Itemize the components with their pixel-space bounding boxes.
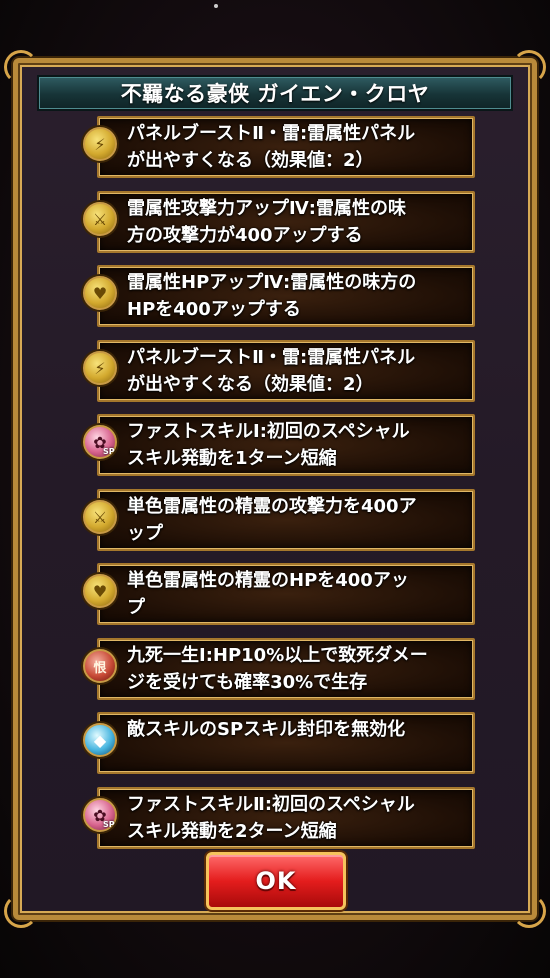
sword-attack-up-icon: ⚔ <box>83 202 117 236</box>
skill-panel: パネルブーストⅡ・雷:雷属性パネル が出やすくなる（効果値：2） <box>97 116 475 178</box>
frame-ornament-bottom-left <box>4 894 38 928</box>
skill-description: 九死一生Ⅰ:HP10%以上で致死ダメー ジを受けても確率30%で生存 <box>127 645 428 693</box>
skill-panel: ファストスキルⅡ:初回のスペシャル スキル発動を2ターン短縮 <box>97 787 475 849</box>
skill-description: ファストスキルⅠ:初回のスペシャル スキル発動を1ターン短縮 <box>127 421 410 469</box>
skill-panel: 敵スキルのSPスキル封印を無効化 <box>97 712 475 774</box>
skill-row: 雷属性HPアップⅣ:雷属性の味方の HPを400アップする ♥ <box>83 265 475 327</box>
dialog-title-bar: 不羈なる豪侠 ガイエン・クロヤ <box>37 75 513 111</box>
skill-description: パネルブーストⅡ・雷:雷属性パネル が出やすくなる（効果値：2） <box>127 123 416 171</box>
skill-panel: 雷属性攻撃力アップⅣ:雷属性の味 方の攻撃力が400アップする <box>97 191 475 253</box>
survival-icon: 恨 <box>83 649 117 683</box>
thunder-orb-icon: ⚡ <box>83 351 117 385</box>
ok-button-label: OK <box>255 867 297 895</box>
skill-row: 単色雷属性の精霊の攻撃力を400ア ップ ⚔ <box>83 489 475 551</box>
frame-ornament-top-right <box>512 50 546 84</box>
skill-row: パネルブーストⅡ・雷:雷属性パネル が出やすくなる（効果値：2） ⚡ <box>83 340 475 402</box>
skill-panel: 単色雷属性の精霊の攻撃力を400ア ップ <box>97 489 475 551</box>
skill-description: パネルブーストⅡ・雷:雷属性パネル が出やすくなる（効果値：2） <box>127 347 416 395</box>
skill-row: 敵スキルのSPスキル封印を無効化 ◆ <box>83 712 475 774</box>
skill-description: 単色雷属性の精霊のHPを400アッ プ <box>127 570 409 618</box>
dialog-title: 不羈なる豪侠 ガイエン・クロヤ <box>120 82 430 106</box>
ok-button[interactable]: OK <box>206 852 346 910</box>
frame-ornament-top-left <box>4 50 38 84</box>
skill-description: 雷属性HPアップⅣ:雷属性の味方の HPを400アップする <box>127 272 417 320</box>
skill-description: ファストスキルⅡ:初回のスペシャル スキル発動を2ターン短縮 <box>127 794 415 842</box>
sword-attack-up-icon: ⚔ <box>83 500 117 534</box>
skill-row: 雷属性攻撃力アップⅣ:雷属性の味 方の攻撃力が400アップする ⚔ <box>83 191 475 253</box>
skill-panel: パネルブーストⅡ・雷:雷属性パネル が出やすくなる（効果値：2） <box>97 340 475 402</box>
sp-tag: SP <box>103 820 115 829</box>
heart-hp-up-icon: ♥ <box>83 276 117 310</box>
skill-panel: 雷属性HPアップⅣ:雷属性の味方の HPを400アップする <box>97 265 475 327</box>
skill-description: 敵スキルのSPスキル封印を無効化 <box>127 719 406 740</box>
thunder-orb-icon: ⚡ <box>83 127 117 161</box>
skill-panel: ファストスキルⅠ:初回のスペシャル スキル発動を1ターン短縮 <box>97 414 475 476</box>
skill-panel: 単色雷属性の精霊のHPを400アッ プ <box>97 563 475 625</box>
skill-row: 九死一生Ⅰ:HP10%以上で致死ダメー ジを受けても確率30%で生存恨 <box>83 638 475 700</box>
sp-tag: SP <box>103 447 115 456</box>
heart-hp-up-icon: ♥ <box>83 574 117 608</box>
sp-seal-guard-icon: ◆ <box>83 723 117 757</box>
skill-row: 単色雷属性の精霊のHPを400アッ プ ♥ <box>83 563 475 625</box>
skill-row: ファストスキルⅠ:初回のスペシャル スキル発動を1ターン短縮 ✿ SP <box>83 414 475 476</box>
status-dot <box>214 4 218 8</box>
skill-panel: 九死一生Ⅰ:HP10%以上で致死ダメー ジを受けても確率30%で生存 <box>97 638 475 700</box>
skill-row: ファストスキルⅡ:初回のスペシャル スキル発動を2ターン短縮 ✿ SP <box>83 787 475 849</box>
frame-ornament-bottom-right <box>512 894 546 928</box>
skill-description: 単色雷属性の精霊の攻撃力を400ア ップ <box>127 496 417 544</box>
skill-description: 雷属性攻撃力アップⅣ:雷属性の味 方の攻撃力が400アップする <box>127 198 406 246</box>
skill-row: パネルブーストⅡ・雷:雷属性パネル が出やすくなる（効果値：2） ⚡ <box>83 116 475 178</box>
